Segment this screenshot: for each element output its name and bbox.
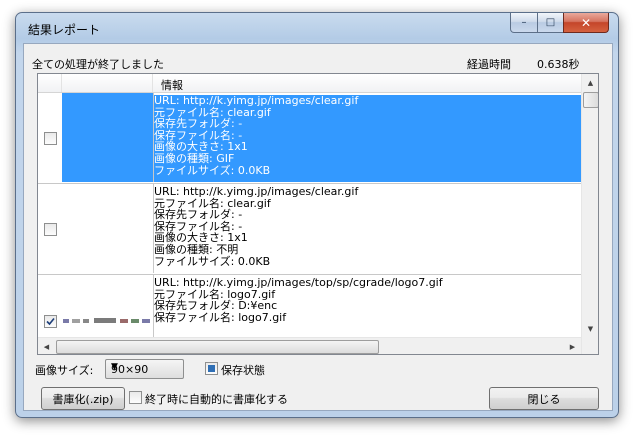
checkmark-icon — [46, 317, 55, 326]
list-item[interactable]: URL: http://k.yimg.jp/images/clear.gif 元… — [38, 184, 581, 275]
title-bar[interactable]: 結果レポート – □ ✕ — [16, 13, 618, 43]
minimize-button[interactable]: – — [510, 13, 538, 33]
row-checkbox-checked[interactable] — [44, 315, 57, 328]
vertical-scroll-thumb[interactable] — [583, 92, 598, 108]
elapsed-time-label: 経過時間 — [467, 58, 511, 71]
maximize-button[interactable]: □ — [537, 13, 564, 33]
auto-archive-label[interactable]: 終了時に自動的に書庫化する — [145, 391, 288, 407]
window-title: 結果レポート — [28, 23, 101, 37]
save-state-checkbox[interactable] — [205, 362, 218, 375]
header-info-column[interactable]: 情報 — [161, 77, 183, 93]
scroll-down-icon[interactable]: ▼ — [582, 320, 598, 337]
close-window-button[interactable]: ✕ — [563, 13, 609, 33]
scroll-up-icon[interactable]: ▲ — [582, 74, 598, 91]
logo-thumbnail-icon — [63, 318, 150, 323]
row-checkbox[interactable] — [44, 223, 57, 236]
row-thumbnail — [62, 184, 154, 273]
archive-zip-button[interactable]: 書庫化(.zip) — [41, 387, 125, 410]
image-size-select[interactable]: 90×90 ▼ — [105, 359, 184, 379]
scroll-right-icon[interactable]: ▶ — [564, 338, 581, 354]
header-check-column[interactable] — [38, 74, 62, 92]
chevron-down-icon: ▼ — [111, 362, 118, 372]
auto-archive-checkbox[interactable] — [129, 391, 142, 404]
row-thumbnail — [62, 93, 154, 182]
list-item[interactable]: URL: http://k.yimg.jp/images/clear.gif 元… — [38, 93, 581, 184]
result-list[interactable]: 情報 URL: http://k.yimg.jp/images/clear.gi… — [37, 73, 599, 355]
row-info: URL: http://k.yimg.jp/images/clear.gif 元… — [154, 95, 581, 182]
result-report-window: 結果レポート – □ ✕ 全ての処理が終了しました 経過時間 0.638秒 情報… — [15, 12, 619, 418]
scroll-left-icon[interactable]: ◀ — [38, 338, 55, 354]
horizontal-scroll-thumb[interactable] — [56, 340, 379, 354]
row-checkbox[interactable] — [44, 132, 57, 145]
close-button[interactable]: 閉じる — [489, 387, 599, 410]
header-thumbnail-column[interactable] — [62, 74, 153, 92]
horizontal-scrollbar[interactable]: ◀ ▶ — [38, 337, 581, 354]
elapsed-time-value: 0.638秒 — [537, 58, 580, 71]
list-header: 情報 — [38, 74, 581, 93]
completion-message: 全ての処理が終了しました — [32, 58, 164, 71]
vertical-scrollbar[interactable]: ▲ ▼ — [581, 74, 598, 354]
image-size-label: 画像サイズ: — [35, 364, 94, 377]
dialog-body: 全ての処理が終了しました 経過時間 0.638秒 情報 URL: http://… — [23, 43, 613, 411]
save-state-label[interactable]: 保存状態 — [221, 362, 265, 378]
row-info: URL: http://k.yimg.jp/images/clear.gif 元… — [154, 185, 359, 268]
